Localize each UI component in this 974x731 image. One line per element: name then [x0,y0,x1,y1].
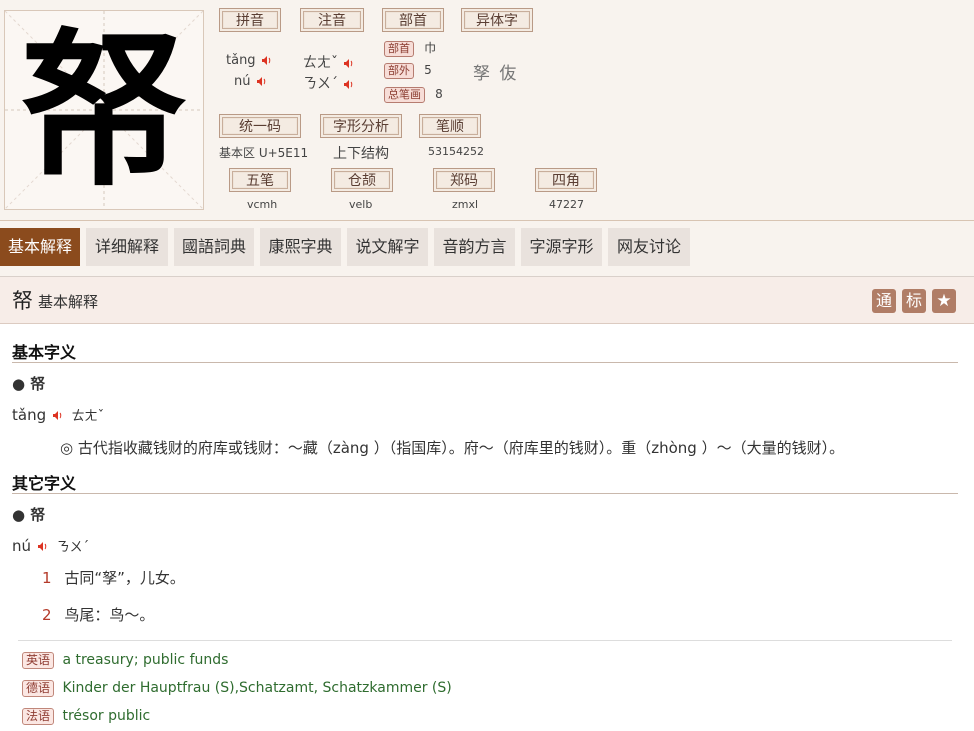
tab-guoyu[interactable]: 國語詞典 [174,228,254,266]
pinyin-reading-1: tǎng [226,53,272,68]
sound-icon[interactable] [344,79,354,89]
unicode-value: 基本区 U+5E11 [219,146,309,160]
bullet-2: ● 帑 [12,506,46,524]
tab-discuss[interactable]: 网友讨论 [608,228,690,266]
bushou-label: 部首 [382,8,444,32]
total-value: 8 [435,87,443,101]
wubi-value: vcmh [247,198,278,211]
divider [12,493,958,494]
sound-icon[interactable] [37,542,48,551]
zhuyin-reading-2: ㄋㄨˊ [303,73,354,93]
character-glyph-box: 帑 [4,10,204,210]
english-tag: 英语 [22,652,55,669]
sound-icon[interactable] [261,56,272,65]
pinyin-text-2: nú [234,74,251,89]
total-tag: 总笔画 [384,87,425,103]
basic-meaning-title: 基本字义 [12,343,77,362]
reading-zhuyin-1: ㄊㄤˇ [71,409,105,424]
tong-button[interactable]: 通 [872,289,896,313]
section-header: 帑 基本解释 通 标 ★ [0,277,974,324]
french-tag: 法语 [22,708,55,725]
sound-icon[interactable] [256,77,267,86]
reading-pinyin-1: tǎng [12,406,47,424]
definition-2-2: 2 鸟尾：鸟～。 [42,604,154,625]
outside-stroke-row: 部外 5 [384,63,432,79]
translation-de: 德语 Kinder der Hauptfrau (S),Schatzamt, S… [22,680,452,697]
structure-value: 上下结构 [333,146,389,162]
reading-pinyin-2: nú [12,537,32,555]
biao-button[interactable]: 标 [902,289,926,313]
zhuyin-reading-1: ㄊㄤˇ [303,52,354,72]
german-text: Kinder der Hauptfrau (S),Schatzamt, Scha… [62,680,452,696]
sijiao-value: 47227 [549,198,584,211]
definition-1: ◎ 古代指收藏钱财的府库或钱财：～藏（zàng ）（指国库）。府～（府库里的钱财… [60,439,845,457]
character-header: 帑 拼音 注音 部首 异体字 tǎng nú ㄊㄤˇ ㄋㄨˊ 部首 巾 部外 5… [0,0,974,221]
translation-fr: 法语 trésor public [22,708,150,725]
sound-icon[interactable] [344,58,354,68]
tab-ziyuan[interactable]: 字源字形 [521,228,602,266]
tab-kangxi[interactable]: 康熙字典 [260,228,341,266]
definition-number: 1 [42,569,52,587]
sijiao-label: 四角 [535,168,597,192]
tab-yinyun[interactable]: 音韵方言 [434,228,515,266]
big-character: 帑 [20,11,188,209]
german-tag: 德语 [22,680,55,697]
pinyin-reading-2: nú [234,74,267,89]
wubi-label: 五笔 [229,168,291,192]
star-icon[interactable]: ★ [932,289,956,313]
translations-divider [18,640,952,641]
section-char: 帑 [12,289,33,313]
stroke-order-label: 笔顺 [419,114,481,138]
total-stroke-row: 总笔画 8 [384,87,443,103]
zhuyin-text-1: ㄊㄤˇ [303,55,338,71]
divider [12,362,958,363]
tab-shuowen[interactable]: 说文解字 [347,228,428,266]
english-text: a treasury; public funds [62,652,229,668]
reading-row-1: tǎng ㄊㄤˇ [12,405,104,424]
other-meaning-title: 其它字义 [12,474,77,493]
radical-row: 部首 巾 [384,39,436,57]
unicode-label: 统一码 [219,114,301,138]
variant-label: 异体字 [461,8,533,32]
zhengma-label: 郑码 [433,168,495,192]
pinyin-label: 拼音 [219,8,281,32]
section-title: 基本解释 [38,293,99,311]
reading-zhuyin-2: ㄋㄨˊ [56,540,90,555]
sound-icon[interactable] [52,411,63,420]
french-text: trésor public [62,708,151,724]
outside-value: 5 [424,63,432,77]
outside-tag: 部外 [384,63,414,79]
bullet-1: ● 帑 [12,375,46,393]
tab-basic[interactable]: 基本解释 [0,228,80,266]
zhuyin-text-2: ㄋㄨˊ [303,76,338,92]
translation-en: 英语 a treasury; public funds [22,652,228,669]
definition-text: 古同“孥”，儿女。 [64,569,185,587]
definition-number: 2 [42,606,52,624]
cangjie-label: 仓颉 [331,168,393,192]
cangjie-value: velb [349,198,373,211]
radical-tag: 部首 [384,41,414,57]
shape-label: 字形分析 [320,114,402,138]
pinyin-text-1: tǎng [226,53,256,68]
definition-text: 鸟尾：鸟～。 [64,606,155,624]
reading-row-2: nú ㄋㄨˊ [12,536,89,555]
stroke-order-value: 53154252 [428,145,484,158]
radical-value: 巾 [424,41,437,55]
variant-chars: 孥 伖 [473,64,519,84]
zhengma-value: zmxl [452,198,479,211]
tab-bar: 基本解释 详细解释 國語詞典 康熙字典 说文解字 音韵方言 字源字形 网友讨论 [0,228,974,266]
definition-2-1: 1 古同“孥”，儿女。 [42,567,185,588]
zhuyin-label: 注音 [300,8,364,32]
tab-detailed[interactable]: 详细解释 [86,228,168,266]
